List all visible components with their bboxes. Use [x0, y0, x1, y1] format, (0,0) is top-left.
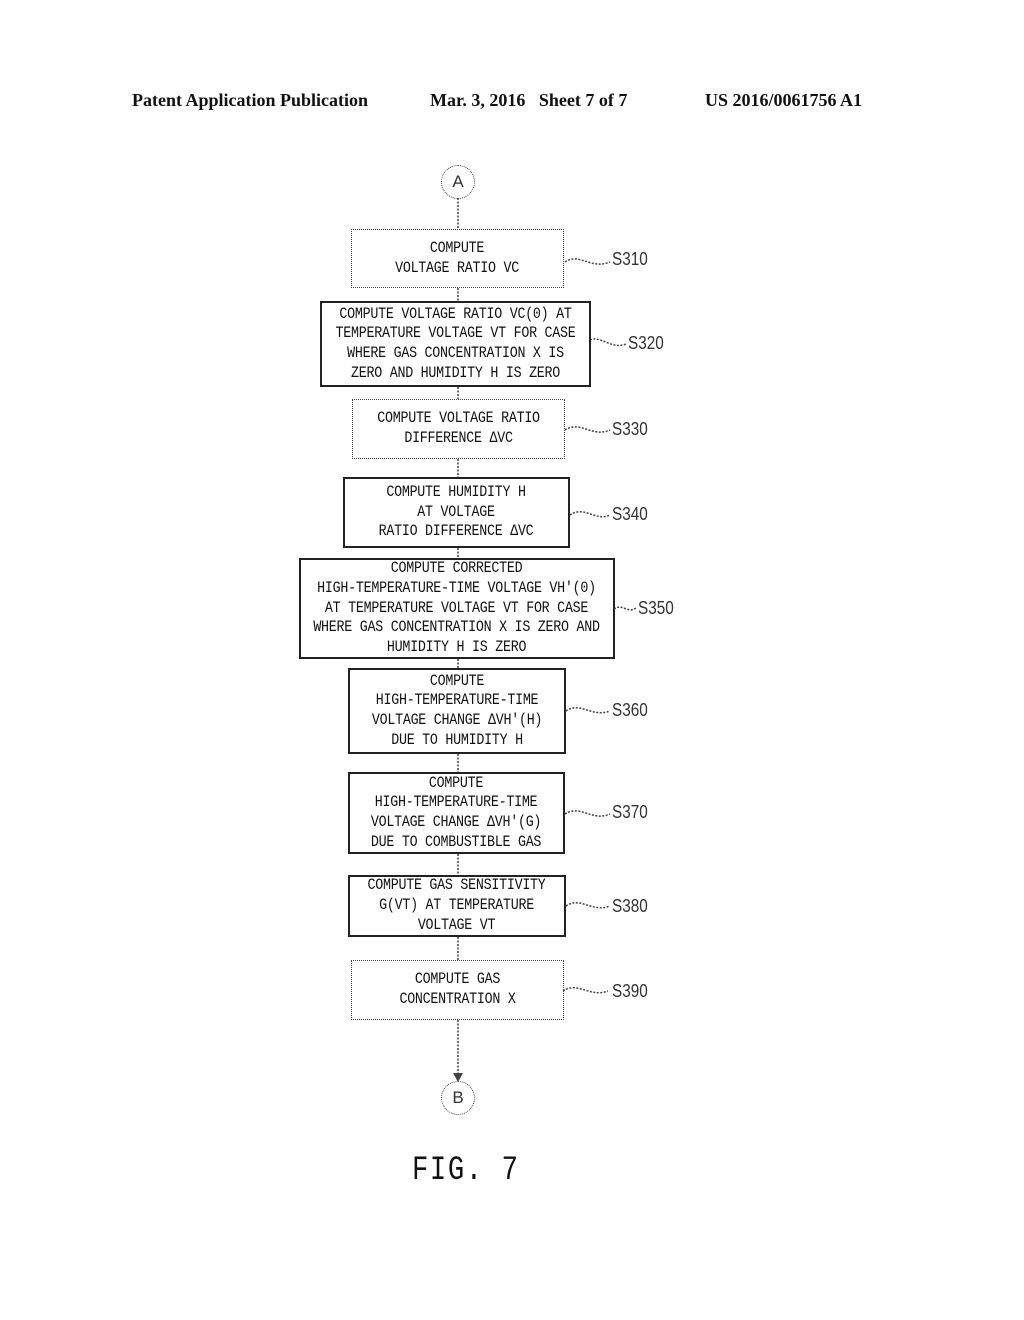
step-box-s390: COMPUTE GAS CONCENTRATION X — [351, 960, 564, 1020]
connector-end-label: B — [452, 1088, 464, 1107]
leader-s380 — [565, 902, 611, 909]
step-text: COMPUTE VOLTAGE RATIO VC(0) AT TEMPERATU… — [335, 304, 576, 382]
flowchart-connectors — [453, 198, 637, 1082]
leader-s370 — [564, 810, 611, 817]
step-box-s380: COMPUTE GAS SENSITIVITY G(VT) AT TEMPERA… — [348, 875, 566, 937]
connector-end: B — [441, 1081, 475, 1115]
step-text: COMPUTE HIGH-TEMPERATURE-TIME VOLTAGE CH… — [371, 773, 542, 851]
step-box-s350: COMPUTE CORRECTED HIGH-TEMPERATURE-TIME … — [299, 558, 615, 659]
step-label-s340: S340 — [612, 504, 648, 524]
step-label-s390: S390 — [612, 981, 648, 1001]
leader-s310 — [564, 258, 611, 265]
step-text: COMPUTE GAS SENSITIVITY G(VT) AT TEMPERA… — [367, 876, 547, 934]
step-text: COMPUTE GAS CONCENTRATION X — [399, 970, 516, 1008]
step-text: COMPUTE VOLTAGE RATIO VC — [395, 238, 520, 277]
leader-s350 — [613, 606, 637, 611]
step-box-s310: COMPUTE VOLTAGE RATIO VC — [351, 229, 564, 288]
figure-label: FIG. 7 — [412, 1152, 520, 1190]
step-label-s320: S320 — [628, 333, 664, 353]
step-text: COMPUTE HIGH-TEMPERATURE-TIME VOLTAGE CH… — [371, 671, 543, 749]
leader-s340 — [569, 511, 611, 518]
step-box-s360: COMPUTE HIGH-TEMPERATURE-TIME VOLTAGE CH… — [348, 668, 566, 754]
leader-s360 — [565, 707, 611, 714]
step-box-s340: COMPUTE HUMIDITY H AT VOLTAGE RATIO DIFF… — [343, 477, 570, 548]
step-label-s360: S360 — [612, 700, 648, 720]
step-text: COMPUTE CORRECTED HIGH-TEMPERATURE-TIME … — [313, 559, 601, 657]
leader-s330 — [564, 426, 611, 433]
step-box-s370: COMPUTE HIGH-TEMPERATURE-TIME VOLTAGE CH… — [348, 772, 565, 854]
step-text: COMPUTE HUMIDITY H AT VOLTAGE RATIO DIFF… — [379, 482, 534, 541]
connector-start-label: A — [452, 172, 464, 191]
step-label-s380: S380 — [612, 896, 648, 916]
step-label-s350: S350 — [638, 598, 674, 618]
step-box-s330: COMPUTE VOLTAGE RATIO DIFFERENCE ΔVC — [352, 399, 565, 459]
leader-s390 — [562, 987, 609, 994]
step-label-s330: S330 — [612, 419, 648, 439]
step-box-s320: COMPUTE VOLTAGE RATIO VC(0) AT TEMPERATU… — [320, 301, 591, 387]
step-text: COMPUTE VOLTAGE RATIO DIFFERENCE ΔVC — [377, 409, 540, 447]
connector-start: A — [441, 165, 475, 199]
leader-s320 — [589, 338, 627, 347]
step-label-s370: S370 — [612, 802, 648, 822]
step-label-s310: S310 — [612, 249, 648, 269]
